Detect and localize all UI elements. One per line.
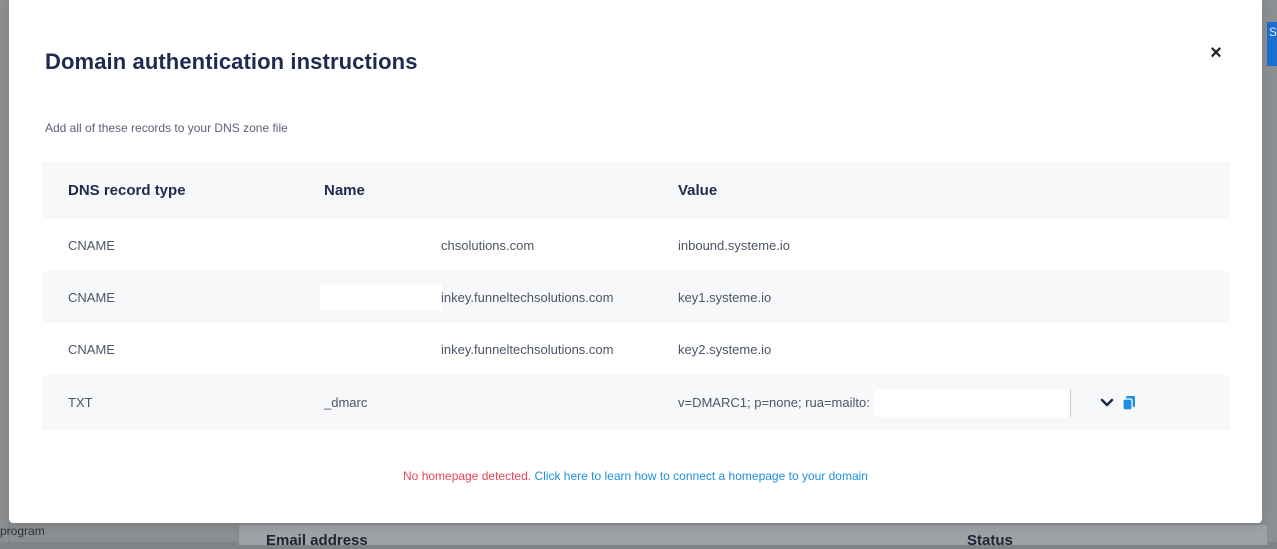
table-row: CNAME inkey.funneltechsolutions.com key1… [42, 271, 1230, 323]
homepage-message: No homepage detected. Click here to lear… [9, 469, 1262, 483]
copy-icon[interactable] [1122, 375, 1136, 430]
record-name-cell: inkey.funneltechsolutions.com [320, 271, 664, 323]
record-type: TXT [68, 395, 93, 410]
table-row: CNAME inkey.funneltechsolutions.com key2… [42, 323, 1230, 375]
record-value: key1.systeme.io [678, 289, 772, 305]
connect-homepage-link[interactable]: Click here to learn how to connect a hom… [534, 469, 868, 483]
record-value: inbound.systeme.io [678, 237, 791, 253]
record-name-cell: chsolutions.com [324, 219, 664, 271]
dns-records-table: DNS record type Name Value CNAME chsolut… [42, 162, 1230, 430]
record-name-cell: inkey.funneltechsolutions.com [324, 323, 664, 375]
background-sidebar-item: program [0, 524, 45, 538]
record-value: v=DMARC1; p=none; rua=mailto: [678, 395, 870, 410]
record-type: CNAME [68, 237, 115, 253]
record-name: inkey.funneltechsolutions.com [441, 341, 614, 357]
background-top-button: S [1267, 22, 1277, 66]
modal-subtitle: Add all of these records to your DNS zon… [45, 121, 288, 135]
record-value: key2.systeme.io [678, 341, 772, 357]
chevron-down-icon[interactable] [1100, 375, 1114, 430]
redacted-block [873, 388, 1071, 417]
record-name: inkey.funneltechsolutions.com [441, 289, 614, 305]
header-value: Value [678, 182, 718, 199]
record-type: CNAME [68, 341, 115, 357]
no-homepage-warning: No homepage detected. [403, 469, 532, 483]
table-row: CNAME chsolutions.com inbound.systeme.io [42, 219, 1230, 271]
modal-title: Domain authentication instructions [45, 49, 418, 74]
record-value-cell: v=DMARC1; p=none; rua=mailto: [678, 375, 1071, 430]
close-icon[interactable]: × [1205, 42, 1227, 64]
record-name-cell: _dmarc [324, 375, 664, 430]
background-table-header [238, 525, 1267, 545]
background-column-email: Email address [266, 532, 368, 549]
header-dns-record-type: DNS record type [68, 182, 186, 199]
redacted-block [320, 284, 442, 311]
table-row: TXT _dmarc v=DMARC1; p=none; rua=mailto: [42, 375, 1230, 430]
domain-auth-modal: Domain authentication instructions × Add… [9, 0, 1262, 523]
table-header-row: DNS record type Name Value [42, 162, 1230, 219]
record-type: CNAME [68, 289, 115, 305]
record-name: _dmarc [324, 395, 368, 410]
background-column-status: Status [967, 532, 1013, 549]
record-name: chsolutions.com [441, 237, 535, 253]
header-name: Name [324, 182, 365, 199]
